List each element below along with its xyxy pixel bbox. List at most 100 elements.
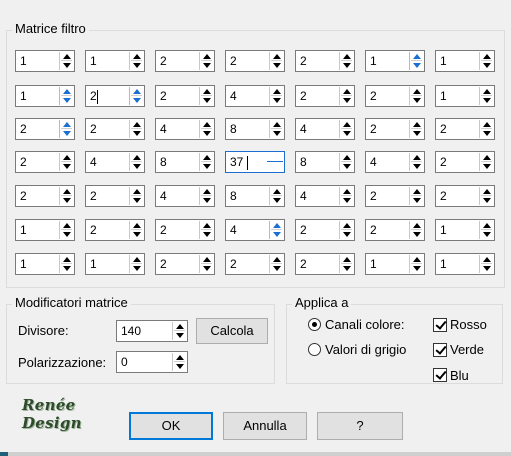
spin-up-icon[interactable]: [133, 223, 141, 228]
spin-down-icon[interactable]: [133, 98, 141, 103]
green-label[interactable]: Verde: [450, 342, 484, 357]
matrix-cell-spinbox[interactable]: 4: [155, 185, 215, 207]
matrix-cell-spin-arrows[interactable]: [479, 221, 493, 239]
spin-up-icon[interactable]: [63, 257, 71, 262]
matrix-cell-spin-arrows[interactable]: [59, 52, 73, 70]
ok-button[interactable]: OK: [129, 412, 213, 440]
spin-up-icon[interactable]: [483, 257, 491, 262]
matrix-cell-spinbox[interactable]: 37: [225, 151, 285, 173]
matrix-cell-spin-arrows[interactable]: [269, 255, 283, 273]
spin-down-icon[interactable]: [413, 164, 421, 169]
matrix-cell-spinbox[interactable]: 2: [295, 50, 355, 72]
spin-up-icon[interactable]: [483, 155, 491, 160]
spin-up-icon[interactable]: [343, 257, 351, 262]
matrix-cell-spinbox[interactable]: 4: [155, 118, 215, 140]
matrix-cell-spinbox[interactable]: 2: [155, 219, 215, 241]
spin-down-icon[interactable]: [273, 131, 281, 136]
spin-up-icon[interactable]: [413, 54, 421, 59]
matrix-cell-spin-arrows[interactable]: [339, 255, 353, 273]
matrix-cell-spin-arrows[interactable]: [479, 52, 493, 70]
spin-up-icon[interactable]: [176, 355, 184, 360]
matrix-cell-spinbox[interactable]: 4: [225, 85, 285, 107]
spin-up-icon[interactable]: [203, 89, 211, 94]
matrix-cell-spinbox[interactable]: 2: [15, 151, 75, 173]
spin-up-icon[interactable]: [483, 122, 491, 127]
spin-down-icon[interactable]: [133, 198, 141, 203]
matrix-cell-spin-arrows[interactable]: [479, 120, 493, 138]
spin-up-icon[interactable]: [413, 257, 421, 262]
spin-up-icon[interactable]: [133, 54, 141, 59]
spin-up-icon[interactable]: [203, 257, 211, 262]
matrix-cell-spin-arrows[interactable]: [199, 187, 213, 205]
spin-down-icon[interactable]: [63, 266, 71, 271]
matrix-cell-spinbox[interactable]: 1: [435, 85, 495, 107]
matrix-cell-spin-arrows[interactable]: [199, 52, 213, 70]
matrix-cell-spin-arrows[interactable]: [409, 87, 423, 105]
spin-up-icon[interactable]: [133, 257, 141, 262]
spin-up-icon[interactable]: [176, 324, 184, 329]
spin-up-icon[interactable]: [273, 223, 281, 228]
spin-down-icon[interactable]: [133, 232, 141, 237]
matrix-cell-spin-arrows[interactable]: [409, 153, 423, 171]
matrix-cell-spinbox[interactable]: 2: [155, 85, 215, 107]
spin-up-icon[interactable]: [273, 122, 281, 127]
matrix-cell-spinbox[interactable]: 2: [435, 151, 495, 173]
spin-up-icon[interactable]: [203, 189, 211, 194]
matrix-cell-spinbox[interactable]: 8: [295, 151, 355, 173]
spin-up-icon[interactable]: [203, 54, 211, 59]
matrix-cell-spinbox[interactable]: 2: [85, 118, 145, 140]
matrix-cell-spinbox[interactable]: 1: [365, 253, 425, 275]
spin-down-icon[interactable]: [203, 98, 211, 103]
spin-down-icon[interactable]: [343, 266, 351, 271]
matrix-cell-spinbox[interactable]: 2: [15, 185, 75, 207]
matrix-cell-spin-arrows[interactable]: [269, 221, 283, 239]
cancel-button[interactable]: Annulla: [223, 412, 307, 440]
matrix-cell-spinbox[interactable]: 2: [295, 253, 355, 275]
channels-color-label[interactable]: Canali colore:: [325, 317, 405, 332]
spin-down-icon[interactable]: [176, 364, 184, 369]
spin-up-icon[interactable]: [203, 223, 211, 228]
matrix-cell-spinbox[interactable]: 1: [365, 50, 425, 72]
spin-down-icon[interactable]: [273, 98, 281, 103]
matrix-cell-spin-arrows[interactable]: [479, 187, 493, 205]
grayscale-radio[interactable]: [308, 343, 321, 356]
spin-down-icon[interactable]: [133, 164, 141, 169]
matrix-cell-spin-arrows[interactable]: [59, 255, 73, 273]
bias-spinbox[interactable]: 0: [116, 351, 188, 373]
spin-down-icon[interactable]: [343, 198, 351, 203]
spin-down-icon[interactable]: [413, 266, 421, 271]
matrix-cell-spin-arrows[interactable]: [479, 87, 493, 105]
spin-down-icon[interactable]: [203, 266, 211, 271]
divisor-spinbox[interactable]: 140: [116, 320, 188, 342]
matrix-cell-spin-arrows[interactable]: [409, 221, 423, 239]
matrix-cell-spinbox[interactable]: 1: [15, 50, 75, 72]
matrix-cell-spinbox[interactable]: 2: [225, 253, 285, 275]
matrix-cell-spin-arrows[interactable]: [59, 87, 73, 105]
spin-down-icon[interactable]: [63, 232, 71, 237]
matrix-cell-spinbox[interactable]: 4: [295, 185, 355, 207]
matrix-cell-spinbox[interactable]: 1: [15, 253, 75, 275]
matrix-cell-spinbox[interactable]: 1: [435, 253, 495, 275]
spin-up-icon[interactable]: [483, 223, 491, 228]
spin-up-icon[interactable]: [483, 54, 491, 59]
spin-down-icon[interactable]: [203, 131, 211, 136]
matrix-cell-spin-arrows[interactable]: [59, 153, 73, 171]
spin-down-icon[interactable]: [203, 164, 211, 169]
blue-label[interactable]: Blu: [450, 368, 469, 383]
matrix-cell-spin-arrows[interactable]: [409, 120, 423, 138]
spin-down-icon[interactable]: [483, 232, 491, 237]
matrix-cell-spinbox[interactable]: 2: [365, 85, 425, 107]
spin-up-icon[interactable]: [413, 89, 421, 94]
matrix-cell-spinbox[interactable]: 1: [435, 50, 495, 72]
matrix-cell-spin-arrows[interactable]: [199, 221, 213, 239]
matrix-cell-spin-arrows[interactable]: [199, 153, 213, 171]
spin-up-icon[interactable]: [273, 257, 281, 262]
spin-down-icon[interactable]: [483, 131, 491, 136]
spin-down-icon[interactable]: [133, 63, 141, 68]
spin-up-icon[interactable]: [343, 89, 351, 94]
matrix-cell-spin-arrows[interactable]: [269, 187, 283, 205]
matrix-cell-spin-arrows[interactable]: [199, 120, 213, 138]
matrix-cell-spin-arrows[interactable]: [269, 87, 283, 105]
matrix-cell-spin-arrows[interactable]: [199, 87, 213, 105]
spin-down-icon[interactable]: [413, 131, 421, 136]
